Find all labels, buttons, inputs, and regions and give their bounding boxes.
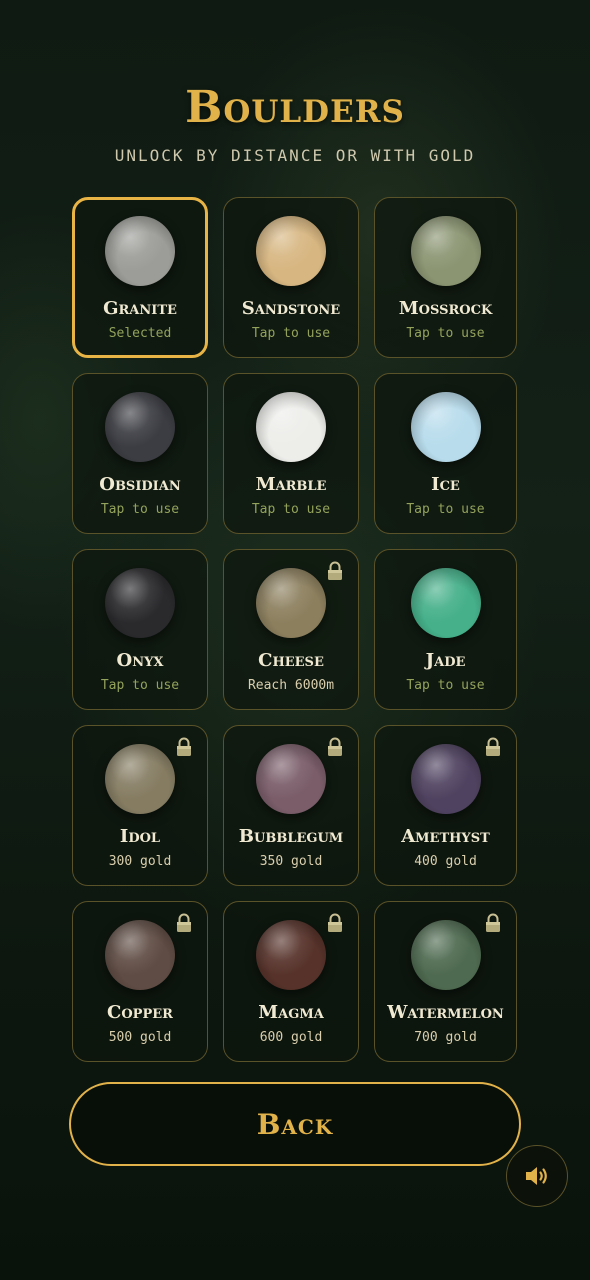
boulder-name: Copper [107,1002,173,1023]
lock-icon [177,913,191,932]
boulder-ball-icon [105,920,175,990]
boulder-ball-icon [256,568,326,638]
boulder-status: Selected [108,326,172,341]
boulder-card-copper[interactable]: Copper 500 gold [72,901,208,1062]
lock-icon [328,561,342,580]
boulder-card-mossrock[interactable]: Mossrock Tap to use [374,197,517,358]
boulder-card-amethyst[interactable]: Amethyst 400 gold [374,725,517,886]
boulder-ball-icon [256,920,326,990]
boulder-ball-icon [410,216,481,286]
boulder-ball-icon [105,568,175,638]
lock-icon [328,737,342,756]
lock-icon [328,913,342,932]
boulder-card-marble[interactable]: Marble Tap to use [223,373,359,534]
boulder-ball-icon [105,216,175,286]
boulder-ball-icon [105,744,175,814]
boulder-status: 300 gold [108,854,172,869]
boulder-name: Marble [255,474,327,495]
boulder-status: 400 gold [414,854,477,869]
boulder-status: Tap to use [251,326,331,341]
boulder-name: Idol [119,826,161,847]
boulder-name: Watermelon [387,1002,504,1023]
boulder-name: Jade [425,650,466,671]
boulder-name: Ice [431,474,460,495]
page-subtitle: UNLOCK BY DISTANCE OR WITH GOLD [114,146,476,165]
speaker-icon [526,1167,547,1185]
boulder-ball-icon [410,920,481,990]
boulder-card-bubblegum[interactable]: Bubblegum 350 gold [223,725,359,886]
lock-icon [177,737,191,756]
boulder-status: 500 gold [108,1030,172,1045]
lock-icon [486,737,500,756]
boulder-ball-icon [105,392,175,462]
boulder-name: Sandstone [241,298,341,319]
boulder-status: Tap to use [406,678,485,693]
boulder-name: Cheese [258,650,324,671]
boulder-card-cheese[interactable]: Cheese Reach 6000m [223,549,359,710]
boulder-card-sandstone[interactable]: Sandstone Tap to use [223,197,359,358]
boulder-card-watermelon[interactable]: Watermelon 700 gold [374,901,517,1062]
boulder-status: 350 gold [259,854,323,869]
boulder-card-jade[interactable]: Jade Tap to use [374,549,517,710]
boulder-card-onyx[interactable]: Onyx Tap to use [72,549,208,710]
boulder-grid: Granite Selected Sandstone Tap to use Mossro… [72,197,518,1062]
sound-toggle-button[interactable] [506,1145,568,1207]
lock-icon [486,913,500,932]
boulder-name: Amethyst [401,826,490,847]
boulder-name: Bubblegum [238,826,344,847]
boulder-status: 700 gold [414,1030,477,1045]
boulder-card-granite[interactable]: Granite Selected [72,197,208,358]
page-title: Boulders [185,82,405,133]
boulder-card-idol[interactable]: Idol 300 gold [72,725,208,886]
boulder-ball-icon [256,744,326,814]
boulder-ball-icon [256,392,326,462]
boulder-status: Tap to use [100,502,180,517]
boulder-card-magma[interactable]: Magma 600 gold [223,901,359,1062]
boulder-status: Tap to use [251,502,331,517]
boulder-status: Tap to use [406,326,485,341]
boulder-ball-icon [410,744,481,814]
boulder-name: Mossrock [398,298,493,319]
boulder-card-ice[interactable]: Ice Tap to use [374,373,517,534]
boulder-status: Tap to use [406,502,485,517]
boulder-ball-icon [256,216,326,286]
boulder-status: Reach 6000m [247,678,335,693]
boulder-name: Onyx [116,650,164,671]
boulder-card-obsidian[interactable]: Obsidian Tap to use [72,373,208,534]
boulder-name: Magma [258,1002,324,1023]
back-button[interactable]: Back [69,1082,521,1166]
boulder-ball-icon [410,568,481,638]
boulder-name: Granite [103,298,177,319]
boulder-name: Obsidian [99,474,181,495]
boulder-status: 600 gold [259,1030,323,1045]
boulder-status: Tap to use [100,678,180,693]
boulder-ball-icon [410,392,481,462]
